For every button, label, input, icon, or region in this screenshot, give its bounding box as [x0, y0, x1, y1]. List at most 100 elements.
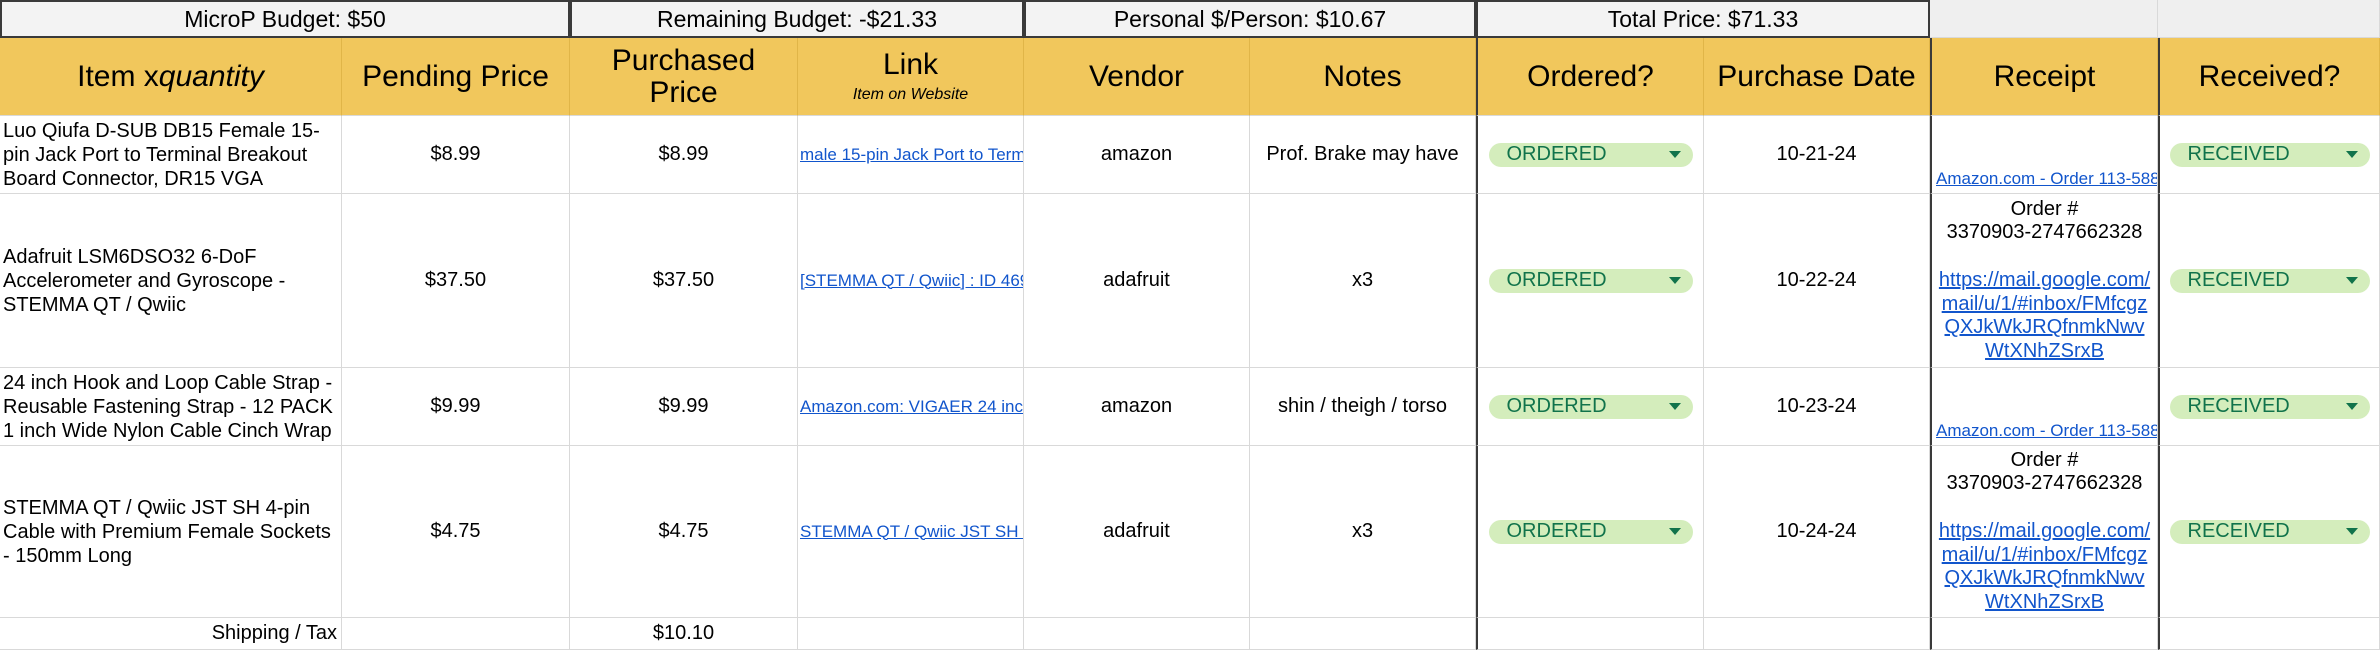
product-link[interactable]: Amazon.com: VIGAER 24 inch — [798, 368, 1024, 446]
empty-cell[interactable] — [2158, 618, 2380, 650]
shipping-tax-label-cell[interactable]: Shipping / Tax — [0, 618, 342, 650]
pending-price-cell[interactable]: $9.99 — [342, 368, 570, 446]
ordered-dropdown[interactable]: ORDERED — [1488, 519, 1693, 544]
item-cell[interactable]: 24 inch Hook and Loop Cable Strap - Reus… — [0, 368, 342, 446]
product-link-text[interactable]: [STEMMA QT / Qwiic] : ID 469 — [800, 271, 1023, 291]
purchase-date-cell[interactable]: 10-24-24 — [1704, 446, 1930, 618]
product-link-text[interactable]: STEMMA QT / Qwiic JST SH 4 — [800, 522, 1023, 542]
remaining-budget-cell[interactable]: Remaining Budget: -$21.33 — [570, 0, 1024, 38]
received-cell[interactable]: RECEIVED — [2158, 446, 2380, 618]
empty-cell[interactable] — [342, 618, 570, 650]
order-number: 3370903-2747662328 — [1946, 221, 2143, 244]
product-link[interactable]: STEMMA QT / Qwiic JST SH 4 — [798, 446, 1024, 618]
empty-cell[interactable] — [798, 618, 1024, 650]
receipt-link[interactable]: https://mail.google.com/ — [1939, 269, 2150, 293]
empty-summary-cell[interactable] — [1930, 0, 2158, 38]
receipt-link[interactable]: mail/u/1/#inbox/FMfcgz — [1942, 544, 2148, 568]
receipt-cell[interactable]: Order # 3370903-2747662328 https://mail.… — [1930, 446, 2158, 618]
ordered-dropdown[interactable]: ORDERED — [1488, 394, 1693, 419]
purchased-price-cell[interactable]: $9.99 — [570, 368, 798, 446]
received-cell[interactable]: RECEIVED — [2158, 194, 2380, 368]
pending-price-cell[interactable]: $37.50 — [342, 194, 570, 368]
product-link-text[interactable]: male 15-pin Jack Port to Termin — [800, 145, 1023, 165]
received-dropdown[interactable]: RECEIVED — [2169, 519, 2370, 544]
vendor-cell[interactable]: amazon — [1024, 368, 1250, 446]
header-pending-price[interactable]: Pending Price — [342, 38, 570, 116]
chevron-down-icon[interactable] — [1668, 277, 1681, 284]
receipt-cell[interactable]: Amazon.com - Order 113-5889 — [1930, 368, 2158, 446]
header-notes[interactable]: Notes — [1250, 38, 1476, 116]
empty-cell[interactable] — [1250, 618, 1476, 650]
pending-price-cell[interactable]: $4.75 — [342, 446, 570, 618]
purchase-date-cell[interactable]: 10-21-24 — [1704, 116, 1930, 194]
chevron-down-icon[interactable] — [1668, 528, 1681, 535]
header-item[interactable]: Item xquantity — [0, 38, 342, 116]
header-label: Price — [649, 75, 718, 109]
ordered-dropdown[interactable]: ORDERED — [1488, 268, 1693, 293]
vendor-cell[interactable]: adafruit — [1024, 446, 1250, 618]
chevron-down-icon[interactable] — [1668, 403, 1681, 410]
header-link[interactable]: Link Item on Website — [798, 38, 1024, 116]
product-link[interactable]: male 15-pin Jack Port to Termin — [798, 116, 1024, 194]
empty-cell[interactable] — [1476, 618, 1704, 650]
ordered-cell[interactable]: ORDERED — [1476, 368, 1704, 446]
purchased-price-cell[interactable]: $4.75 — [570, 446, 798, 618]
order-number: 3370903-2747662328 — [1946, 472, 2143, 495]
chevron-down-icon[interactable] — [2345, 277, 2358, 284]
receipt-link[interactable]: https://mail.google.com/ — [1939, 520, 2150, 544]
notes-cell[interactable]: Prof. Brake may have — [1250, 116, 1476, 194]
header-purchased-price[interactable]: Purchased Price — [570, 38, 798, 116]
receipt-link[interactable]: mail/u/1/#inbox/FMfcgz — [1942, 293, 2148, 317]
item-cell[interactable]: Adafruit LSM6DSO32 6-DoF Accelerometer a… — [0, 194, 342, 368]
budget-cell[interactable]: MicroP Budget: $50 — [0, 0, 570, 38]
receipt-link[interactable]: Amazon.com - Order 113-5889 — [1936, 169, 2157, 189]
received-dropdown[interactable]: RECEIVED — [2169, 394, 2370, 419]
ordered-cell[interactable]: ORDERED — [1476, 446, 1704, 618]
received-dropdown[interactable]: RECEIVED — [2169, 268, 2370, 293]
ordered-dropdown[interactable]: ORDERED — [1488, 142, 1693, 167]
item-cell[interactable]: Luo Qiufa D-SUB DB15 Female 15-pin Jack … — [0, 116, 342, 194]
purchased-price-cell[interactable]: $37.50 — [570, 194, 798, 368]
purchase-date-cell[interactable]: 10-22-24 — [1704, 194, 1930, 368]
receipt-link[interactable]: QXJkWkJRQfnmkNwv — [1945, 316, 2145, 340]
header-ordered[interactable]: Ordered? — [1476, 38, 1704, 116]
notes-cell[interactable]: x3 — [1250, 446, 1476, 618]
chevron-down-icon[interactable] — [1668, 151, 1681, 158]
receipt-cell[interactable]: Amazon.com - Order 113-5889 — [1930, 116, 2158, 194]
header-received[interactable]: Received? — [2158, 38, 2380, 116]
notes-cell[interactable]: x3 — [1250, 194, 1476, 368]
ordered-cell[interactable]: ORDERED — [1476, 116, 1704, 194]
purchase-date-cell[interactable]: 10-23-24 — [1704, 368, 1930, 446]
header-vendor[interactable]: Vendor — [1024, 38, 1250, 116]
empty-cell[interactable] — [1024, 618, 1250, 650]
pending-price-cell[interactable]: $8.99 — [342, 116, 570, 194]
header-receipt[interactable]: Receipt — [1930, 38, 2158, 116]
purchased-price-cell[interactable]: $8.99 — [570, 116, 798, 194]
empty-cell[interactable] — [1704, 618, 1930, 650]
item-cell[interactable]: STEMMA QT / Qwiic JST SH 4-pin Cable wit… — [0, 446, 342, 618]
chevron-down-icon[interactable] — [2345, 528, 2358, 535]
empty-summary-cell[interactable] — [2158, 0, 2380, 38]
received-cell[interactable]: RECEIVED — [2158, 368, 2380, 446]
receipt-link[interactable]: QXJkWkJRQfnmkNwv — [1945, 567, 2145, 591]
chevron-down-icon[interactable] — [2345, 403, 2358, 410]
receipt-link[interactable]: WtXNhZSrxB — [1985, 591, 2104, 615]
total-price-cell[interactable]: Total Price: $71.33 — [1476, 0, 1930, 38]
vendor-cell[interactable]: amazon — [1024, 116, 1250, 194]
personal-cost-cell[interactable]: Personal $/Person: $10.67 — [1024, 0, 1476, 38]
vendor-cell[interactable]: adafruit — [1024, 194, 1250, 368]
empty-cell[interactable] — [1930, 618, 2158, 650]
chevron-down-icon[interactable] — [2345, 151, 2358, 158]
received-cell[interactable]: RECEIVED — [2158, 116, 2380, 194]
received-dropdown[interactable]: RECEIVED — [2169, 142, 2370, 167]
ordered-cell[interactable]: ORDERED — [1476, 194, 1704, 368]
receipt-link[interactable]: WtXNhZSrxB — [1985, 340, 2104, 364]
product-link-text[interactable]: Amazon.com: VIGAER 24 inch — [800, 397, 1023, 417]
receipt-link[interactable]: Amazon.com - Order 113-5889 — [1936, 421, 2157, 441]
notes-cell[interactable]: shin / theigh / torso — [1250, 368, 1476, 446]
shipping-tax-value-cell[interactable]: $10.10 — [570, 618, 798, 650]
receipt-cell[interactable]: Order # 3370903-2747662328 https://mail.… — [1930, 194, 2158, 368]
product-link[interactable]: [STEMMA QT / Qwiic] : ID 469 — [798, 194, 1024, 368]
header-item-label: Item xquantity — [77, 59, 264, 93]
header-purchase-date[interactable]: Purchase Date — [1704, 38, 1930, 116]
